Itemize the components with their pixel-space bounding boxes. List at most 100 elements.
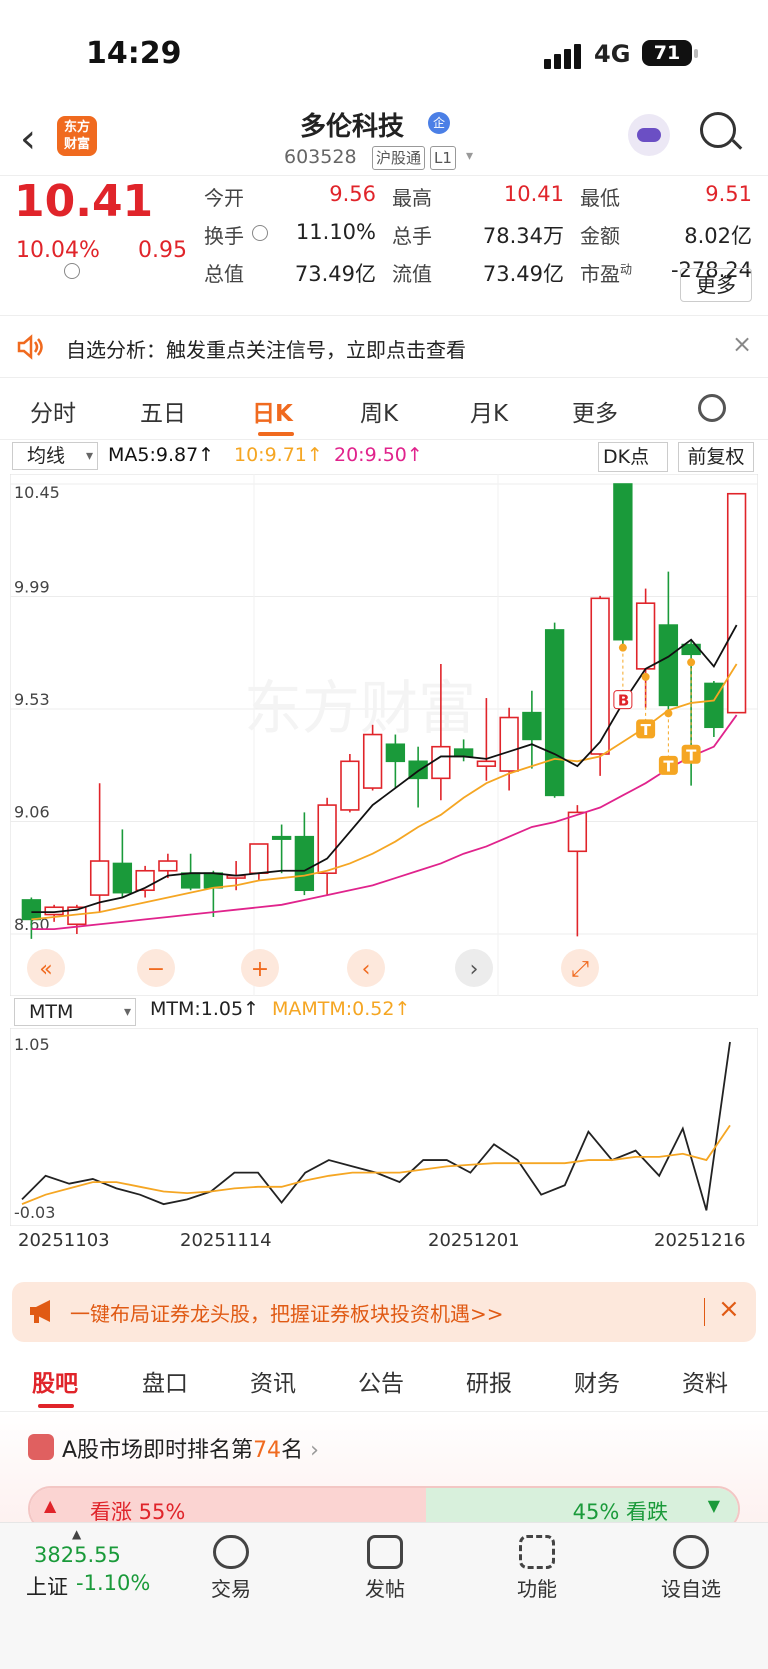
control-glyph: ‹	[362, 957, 371, 982]
y-tick-label: 1.05	[14, 1035, 50, 1054]
chart-control-button[interactable]: +	[241, 949, 279, 987]
tab-monthly-k[interactable]: 月K	[470, 394, 508, 428]
control-glyph: «	[39, 957, 52, 982]
app-logo[interactable]: 东方 财富	[57, 116, 97, 156]
edit-icon	[367, 1535, 403, 1569]
candle-body	[362, 733, 383, 789]
candle-body	[203, 872, 224, 889]
tab-minute[interactable]: 分时	[30, 394, 76, 428]
dk-point-select[interactable]: DK点	[598, 442, 668, 472]
change-amount: 0.95	[138, 238, 187, 263]
candle-body	[522, 711, 542, 741]
tab-news[interactable]: 资讯	[250, 1364, 296, 1398]
alert-bar[interactable]: 自选分析：触发重点关注信号，立即点击查看 ×	[0, 316, 768, 378]
back-icon[interactable]: ‹	[20, 116, 36, 162]
quote-field-label: 最低	[580, 186, 620, 210]
tab-more[interactable]: 更多	[572, 394, 618, 428]
tab-pankou[interactable]: 盘口	[142, 1364, 188, 1398]
candle-body	[249, 843, 269, 874]
enterprise-badge: 企	[428, 112, 450, 134]
tab-weekly-k[interactable]: 周K	[360, 394, 398, 428]
close-icon[interactable]: ×	[718, 1294, 740, 1324]
control-glyph: ⤢	[571, 957, 589, 982]
candle-body	[180, 872, 201, 889]
candle-body	[89, 860, 110, 896]
date-label: 20251201	[428, 1230, 520, 1251]
quote-field-value: 10.41	[503, 182, 564, 206]
tab-announcement[interactable]: 公告	[358, 1364, 404, 1398]
signal-label: T	[686, 746, 697, 764]
mtm-chart[interactable]: 1.05 -0.03	[9, 1027, 759, 1227]
bottom-dock: ▲ 3825.55 上证 -1.10% 交易 发帖 功能 设自选	[0, 1522, 768, 1669]
search-icon[interactable]	[700, 112, 736, 148]
index-value[interactable]: 3825.55	[34, 1543, 121, 1567]
tag-level: L1	[430, 146, 456, 170]
network-label: 4G	[594, 40, 631, 68]
close-icon[interactable]: ×	[732, 330, 752, 358]
date-axis: 20251103 20251114 20251201 20251216	[0, 1226, 768, 1260]
tab-daily-k[interactable]: 日K	[252, 394, 293, 428]
signal-dot	[618, 643, 627, 652]
y-tick-label: 9.99	[14, 578, 50, 597]
tab-five-day[interactable]: 五日	[140, 394, 186, 428]
index-percent[interactable]: -1.10%	[76, 1571, 150, 1595]
signal-icon	[544, 44, 584, 69]
mamtm-value: MAMTM:0.52↑	[272, 998, 411, 1020]
mtm-svg[interactable]: 1.05 -0.03	[9, 1027, 759, 1227]
quote-field-label: 最高	[392, 186, 432, 210]
tab-research[interactable]: 研报	[466, 1364, 512, 1398]
ma-bar: 均线 MA5:9.87↑ 10:9.71↑ 20:9.50↑ DK点 前复权	[0, 440, 768, 474]
dock-trade[interactable]: 交易	[186, 1529, 276, 1602]
active-tab-indicator	[258, 432, 294, 436]
triangle-up-icon: ▲	[44, 1496, 57, 1515]
control-glyph: ›	[470, 957, 479, 982]
chart-control-button[interactable]: «	[27, 949, 65, 987]
quote-field-label: 金额	[580, 224, 620, 248]
triangle-down-icon: ▼	[707, 1496, 720, 1515]
chart-control-button[interactable]: ⤢	[561, 949, 599, 987]
mtm-value: MTM:1.05↑	[150, 998, 260, 1020]
candle-body	[294, 835, 315, 892]
quote-field-value: 73.49亿	[294, 262, 376, 286]
status-bar: 14:29 4G 71	[0, 0, 768, 100]
dock-post[interactable]: 发帖	[340, 1529, 430, 1602]
candle-body	[453, 748, 474, 758]
promo-banner[interactable]: 一键布局证券龙头股，把握证券板块投资机遇>> ×	[12, 1282, 756, 1342]
kline-svg[interactable]: 10.459.999.539.068.60东方财富BTTT«−+‹›⤢	[9, 473, 759, 997]
rank-chart-icon	[28, 1434, 54, 1460]
index-name[interactable]: 上证	[26, 1571, 68, 1601]
chevron-down-icon[interactable]: ▾	[466, 148, 473, 164]
info-tabs: 股吧 盘口 资讯 公告 研报 财务 资料	[0, 1356, 768, 1412]
stock-name: 多伦科技	[300, 112, 405, 142]
candle-body	[635, 602, 656, 670]
y-tick-label: 9.06	[14, 803, 50, 822]
chart-control-button[interactable]: ‹	[347, 949, 385, 987]
tab-finance[interactable]: 财务	[574, 1364, 620, 1398]
kline-chart[interactable]: 10.459.999.539.068.60东方财富BTTT«−+‹›⤢	[9, 473, 759, 997]
gear-icon[interactable]	[698, 394, 726, 422]
signal-label: B	[618, 692, 629, 710]
adjust-button[interactable]: 前复权	[678, 442, 754, 472]
tab-guba[interactable]: 股吧	[32, 1364, 78, 1398]
chart-control-button[interactable]: ›	[455, 949, 493, 987]
assistant-avatar-icon[interactable]	[628, 114, 670, 156]
ma-select[interactable]: 均线	[12, 442, 98, 470]
dock-watchlist[interactable]: 设自选	[646, 1529, 736, 1602]
info-icon[interactable]	[64, 263, 80, 279]
quote-field-value: 9.51	[705, 182, 752, 206]
candle-body	[567, 811, 588, 853]
candle-body	[726, 492, 747, 714]
more-button[interactable]: 更多	[680, 268, 752, 302]
chart-control-button[interactable]: −	[137, 949, 175, 987]
megaphone-icon	[30, 1300, 50, 1323]
info-icon[interactable]	[252, 225, 268, 241]
dock-functions[interactable]: 功能	[492, 1529, 582, 1602]
tab-profile[interactable]: 资料	[682, 1364, 728, 1398]
quote-field-value: 78.34万	[482, 224, 564, 248]
alert-text: 自选分析：触发重点关注信号，立即点击查看	[66, 338, 466, 362]
ma20-value: 20:9.50↑	[334, 444, 423, 466]
signal-dot	[641, 672, 650, 681]
rank-text[interactable]: A股市场即时排名第74名 ›	[62, 1432, 319, 1464]
indicator-select[interactable]: MTM	[14, 998, 136, 1026]
candle-body	[317, 804, 337, 874]
